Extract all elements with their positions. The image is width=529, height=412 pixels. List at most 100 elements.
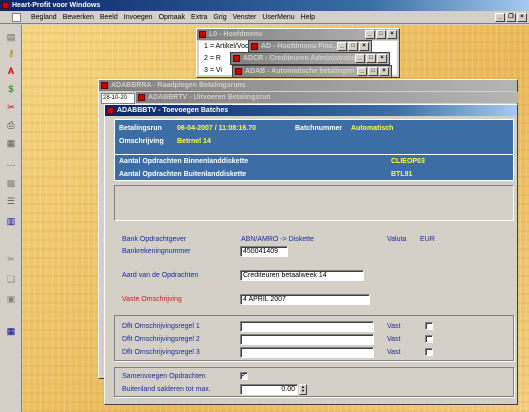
document-icon[interactable] — [12, 13, 21, 22]
omschrijving-value: Betrnel 14 — [177, 138, 211, 145]
menu-beeld[interactable]: Beeld — [97, 12, 121, 23]
app-icon[interactable] — [2, 2, 9, 9]
left-toolbar: ▤ ⚷ A $ ✂ ⎙ ▦ ··· ▩ ☰ ▥ ✂ ❏ ▣ ▦ — [0, 25, 22, 412]
chart-icon[interactable]: ▥ — [4, 215, 18, 227]
database-icon[interactable]: ▦ — [4, 137, 18, 149]
omschrijving-label: Omschrijving — [119, 138, 164, 145]
window-icon[interactable] — [107, 107, 114, 114]
mdi-close-button[interactable]: × — [517, 13, 527, 22]
dflt-regel-1-input[interactable] — [240, 321, 374, 332]
menu-help[interactable]: Help — [298, 12, 318, 23]
hoofdmenu-title: L0 - Hoofdmenu — [209, 31, 263, 38]
key-icon[interactable]: ⚷ — [4, 47, 18, 59]
vaste-omschrijving-input[interactable]: 4 APRIL 2007 — [240, 294, 370, 305]
app-title: Heart-Profit voor Windows — [12, 2, 101, 9]
samenvoegen-label: Samenvoegen Opdrachten — [122, 373, 206, 380]
ad-title-bar[interactable]: AD - Hoofdmenu Fina... _ □ × — [249, 41, 371, 52]
close-button[interactable]: × — [379, 67, 389, 76]
font-icon[interactable]: A — [4, 65, 18, 77]
dflt-regel-3-input[interactable] — [240, 347, 374, 358]
adcr-window[interactable]: ADCR - Crediteuren Administratie _ □ × — [230, 52, 390, 65]
hoofdmenu-item[interactable]: 2 = R — [204, 55, 221, 62]
menu-grid[interactable]: Grig — [210, 12, 229, 23]
window-icon[interactable] — [233, 55, 240, 62]
money-icon[interactable]: $ — [4, 83, 18, 95]
raadplegen-title: ADABBRRA - Raadplegen Betalingsruns — [111, 82, 246, 89]
spinner-icon[interactable]: ▲ ▼ — [299, 384, 307, 395]
binnenland-value: CLIEOP03 — [391, 158, 425, 165]
adab-window[interactable]: ADAB - Automatische betalingen _ □ × — [232, 65, 392, 78]
uitvoeren-title: ADABBRTV - Uitvoeren Betalingsrun — [148, 94, 271, 101]
toevoegen-batches-window[interactable]: ADABBBTV - Toevoegen Batches Betalingsru… — [104, 104, 518, 405]
minimize-button[interactable]: _ — [357, 67, 367, 76]
close-button[interactable]: × — [359, 42, 369, 51]
table-icon[interactable]: ▦ — [4, 325, 18, 337]
batchnummer-label: Batchnummer — [295, 125, 343, 132]
copy-icon[interactable]: ❏ — [4, 273, 18, 285]
window-icon[interactable] — [199, 31, 206, 38]
mdi-minimize-button[interactable]: _ — [495, 13, 505, 22]
minimize-button[interactable]: _ — [365, 30, 375, 39]
menu-bestand[interactable]: Begland — [28, 12, 60, 23]
bank-opdrachtgever-label: Bank Opdrachtgever — [122, 236, 187, 243]
vast-2-label: Vast — [387, 336, 401, 343]
list-icon[interactable]: ☰ — [4, 195, 18, 207]
close-button[interactable]: × — [377, 54, 387, 63]
uitvoeren-title-bar[interactable]: ADABBRTV - Uitvoeren Betalingsrun — [136, 92, 518, 103]
menu-usermenu[interactable]: UserMenu — [259, 12, 297, 23]
aard-opdrachten-input[interactable]: Crediteuren betaalweek 14 — [240, 270, 364, 281]
app-title-bar[interactable]: Heart-Profit voor Windows — [0, 0, 529, 11]
menu-extra[interactable]: Extra — [188, 12, 210, 23]
vast-2-checkbox[interactable] — [425, 335, 433, 343]
bank-opdrachtgever-value: ABN/AMRO -> Diskette — [241, 236, 314, 243]
bankrekeningnummer-label: Bankrekeningnummer — [122, 248, 191, 255]
buitenland-value: BTL91 — [391, 171, 413, 178]
scissors-tool-icon[interactable]: ✂ — [4, 101, 18, 113]
close-button[interactable]: × — [387, 30, 397, 39]
adcr-title: ADCR - Crediteuren Administratie — [243, 55, 356, 62]
batch-header-panel: Betalingsrun 06-04-2007 / 11:08:16.70 Ba… — [114, 119, 514, 181]
betalingsrun-value: 06-04-2007 / 11:08:16.70 — [177, 125, 257, 132]
buitenland-label: Aantal Opdrachten Buitenlanddiskette — [119, 171, 247, 178]
vast-1-label: Vast — [387, 323, 401, 330]
adab-title-bar[interactable]: ADAB - Automatische betalingen _ □ × — [233, 66, 391, 77]
vast-3-checkbox[interactable] — [425, 348, 433, 356]
grid-icon[interactable]: ▩ — [4, 177, 18, 189]
dflt-regel-1-label: Dflt Omschrijvingsregel 1 — [122, 323, 200, 330]
maximize-button[interactable]: □ — [348, 42, 358, 51]
menu-bewerken[interactable]: Bewerken — [60, 12, 97, 23]
maximize-button[interactable]: □ — [376, 30, 386, 39]
buitenland-salderen-input[interactable]: 0.00 — [240, 384, 298, 395]
hoofdmenu-item[interactable]: 1 = Artikel/Voo — [204, 43, 249, 50]
samenvoegen-checkbox[interactable]: ✓ — [240, 372, 248, 380]
cut-icon[interactable]: ✂ — [4, 253, 18, 265]
paste-icon[interactable]: ▣ — [4, 293, 18, 305]
dflt-regel-2-input[interactable] — [240, 334, 374, 345]
vast-1-checkbox[interactable] — [425, 322, 433, 330]
minimize-button[interactable]: _ — [337, 42, 347, 51]
toevoegen-title-bar[interactable]: ADABBBTV - Toevoegen Batches — [105, 105, 517, 116]
maximize-button[interactable]: □ — [368, 67, 378, 76]
valuta-value: EUR — [420, 236, 435, 243]
maximize-button[interactable]: □ — [366, 54, 376, 63]
adcr-title-bar[interactable]: ADCR - Crediteuren Administratie _ □ × — [231, 53, 389, 64]
mdi-restore-button[interactable]: ❐ — [506, 13, 516, 22]
menu-invoegen[interactable]: Invoegen — [121, 12, 156, 23]
minimize-button[interactable]: _ — [355, 54, 365, 63]
bankrekeningnummer-input[interactable]: 450041409 — [240, 246, 288, 257]
hoofdmenu-item[interactable]: 3 = Vi — [204, 67, 222, 74]
window-icon[interactable] — [235, 68, 242, 75]
window-icon[interactable] — [138, 94, 145, 101]
raadplegen-title-bar[interactable]: ADABBRRA - Raadplegen Betalingsruns — [99, 80, 517, 91]
batchnummer-value: Automatisch — [351, 125, 394, 132]
hoofdmenu-title-bar[interactable]: L0 - Hoofdmenu _ □ × — [197, 29, 399, 40]
printer-icon[interactable]: ⎙ — [4, 119, 18, 131]
vast-3-label: Vast — [387, 349, 401, 356]
window-icon[interactable] — [251, 43, 258, 50]
window-icon[interactable]: ▤ — [4, 31, 18, 43]
window-icon[interactable] — [101, 82, 108, 89]
dflt-regel-3-label: Dflt Omschrijvingsregel 3 — [122, 349, 200, 356]
menu-venster[interactable]: Venster — [230, 12, 260, 23]
dots-icon[interactable]: ··· — [4, 159, 18, 171]
menu-opmaak[interactable]: Opmaak — [156, 12, 188, 23]
